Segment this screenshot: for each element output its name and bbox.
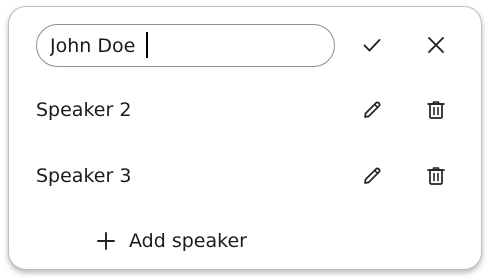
speaker-edit-row: [9, 21, 483, 71]
speaker-label: Speaker 3: [36, 165, 132, 187]
confirm-button[interactable]: [352, 25, 392, 65]
add-speaker-label: Add speaker: [129, 230, 247, 252]
speaker-row: Speaker 2: [9, 86, 483, 136]
speaker-editor-card: Speaker 2 Speaker 3: [8, 6, 482, 270]
delete-speaker-button[interactable]: [416, 90, 456, 130]
plus-icon: [95, 230, 117, 252]
trash-icon: [425, 99, 447, 121]
add-speaker-button[interactable]: Add speaker: [95, 221, 247, 261]
edit-speaker-button[interactable]: [352, 156, 392, 196]
edit-speaker-button[interactable]: [352, 90, 392, 130]
delete-speaker-button[interactable]: [416, 156, 456, 196]
close-icon: [426, 35, 446, 55]
speaker-name-input[interactable]: [36, 24, 335, 67]
trash-icon: [425, 165, 447, 187]
cancel-button[interactable]: [416, 25, 456, 65]
pencil-icon: [361, 99, 383, 121]
check-icon: [362, 35, 382, 55]
text-caret: [146, 32, 148, 58]
pencil-icon: [361, 165, 383, 187]
speaker-label: Speaker 2: [36, 99, 132, 121]
speaker-row: Speaker 3: [9, 152, 483, 202]
